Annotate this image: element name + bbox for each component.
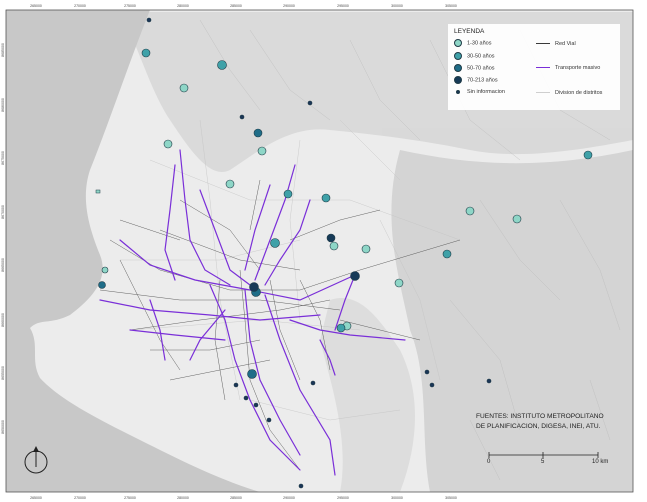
- point-1-30: [361, 244, 371, 254]
- sources-line-2: DE PLANIFICACION, DIGESA, INEI, ATU.: [476, 423, 601, 430]
- legend-item-road: Red Vial: [536, 41, 576, 47]
- transit-line-icon: [536, 66, 550, 69]
- point-1-30: [163, 139, 173, 149]
- scale-label-10: 10 km: [592, 459, 609, 465]
- tick-label-left: 8665000: [1, 258, 5, 272]
- point-30-50: [283, 189, 293, 199]
- map-frame: 265000 270000 275000 280000 285000 290000 2950…: [0, 0, 647, 502]
- point-70-213: [249, 282, 259, 292]
- tick-label-top: 285000: [230, 4, 242, 8]
- point-no-info: [486, 378, 492, 384]
- point-50-70: [247, 369, 257, 379]
- point-no-info: [243, 395, 249, 401]
- tick-label-left: 8660000: [1, 313, 5, 327]
- point-30-50: [141, 48, 151, 58]
- tick-label-top: 270000: [74, 4, 86, 8]
- point-no-info: [239, 114, 245, 120]
- relief-east: [391, 150, 633, 492]
- tick-label-top: 305000: [445, 4, 457, 8]
- tick-label-top: 280000: [177, 4, 189, 8]
- point-1-30: [179, 83, 189, 93]
- point-30-50: [442, 249, 452, 259]
- tick-label-left: 8680000: [1, 98, 5, 112]
- point-no-info: [424, 369, 430, 375]
- sources-note: FUENTES: INSTITUTO METROPOLITANO DE PLAN…: [476, 412, 604, 432]
- point-no-info: [266, 417, 272, 423]
- point-30-50: [321, 193, 331, 203]
- legend-title: LEYENDA: [454, 28, 485, 35]
- legend-item-30-50: 30-50 años: [454, 52, 495, 60]
- age-50-70-icon: [454, 64, 462, 72]
- point-1-30: [225, 179, 235, 189]
- tick-label-top: 295000: [337, 4, 349, 8]
- point-1-30: [257, 146, 267, 156]
- tick-label-top: 290000: [283, 4, 295, 8]
- tick-label-left: 8675000: [1, 151, 5, 165]
- point-1-30: [394, 278, 404, 288]
- point-70-213: [350, 271, 360, 281]
- legend-item-1-30: 1-30 años: [454, 39, 491, 47]
- legend-item-70-213: 70-213 años: [454, 76, 498, 84]
- small-marker: [95, 189, 101, 194]
- tick-label-bottom: 275000: [124, 496, 136, 500]
- age-1-30-icon: [454, 39, 462, 47]
- tick-label-bottom: 270000: [74, 496, 86, 500]
- point-no-info: [310, 380, 316, 386]
- tick-label-bottom: 290000: [283, 496, 295, 500]
- point-30-50: [270, 238, 280, 248]
- point-50-70: [98, 281, 106, 289]
- point-no-info: [146, 17, 152, 23]
- point-30-50: [583, 150, 593, 160]
- point-1-30: [512, 214, 522, 224]
- tick-label-bottom: 285000: [230, 496, 242, 500]
- point-1-30: [101, 266, 109, 274]
- point-30-50: [217, 60, 227, 70]
- tick-label-bottom: 305000: [445, 496, 457, 500]
- age-30-50-icon: [454, 52, 462, 60]
- no-info-icon: [456, 89, 460, 94]
- point-no-info: [429, 382, 435, 388]
- tick-label-bottom: 300000: [391, 496, 403, 500]
- road-line-icon: [536, 42, 550, 45]
- legend-item-50-70: 50-70 años: [454, 64, 495, 72]
- point-1-30: [465, 206, 475, 216]
- tick-label-top: 300000: [391, 4, 403, 8]
- sources-line-1: FUENTES: INSTITUTO METROPOLITANO: [476, 413, 604, 420]
- legend-item-district: Division de distritos: [536, 90, 602, 96]
- point-no-info: [307, 100, 313, 106]
- district-line-icon: [536, 91, 550, 94]
- point-70-213: [326, 233, 336, 243]
- tick-label-left: 8655000: [1, 366, 5, 380]
- tick-label-left: 8650000: [1, 420, 5, 434]
- tick-label-bottom: 265000: [30, 496, 42, 500]
- tick-label-bottom: 295000: [337, 496, 349, 500]
- tick-label-top: 275000: [124, 4, 136, 8]
- scale-label-0: 0: [487, 459, 491, 465]
- point-no-info: [253, 402, 259, 408]
- tick-label-left: 8670000: [1, 205, 5, 219]
- point-30-50: [336, 323, 346, 333]
- point-no-info: [233, 382, 239, 388]
- point-no-info: [298, 483, 304, 489]
- scale-label-5: 5: [541, 459, 545, 465]
- legend-item-transit: Transporte masivo: [536, 65, 600, 71]
- point-50-70: [253, 128, 263, 138]
- point-1-30: [329, 241, 339, 251]
- legend: LEYENDA 1-30 años 30-50 años 50-70 años …: [448, 24, 620, 110]
- legend-item-no-info: Sin informacion: [456, 89, 505, 95]
- tick-label-left: 8685000: [1, 43, 5, 57]
- tick-label-bottom: 280000: [177, 496, 189, 500]
- tick-label-top: 265000: [30, 4, 42, 8]
- age-70-213-icon: [454, 76, 462, 84]
